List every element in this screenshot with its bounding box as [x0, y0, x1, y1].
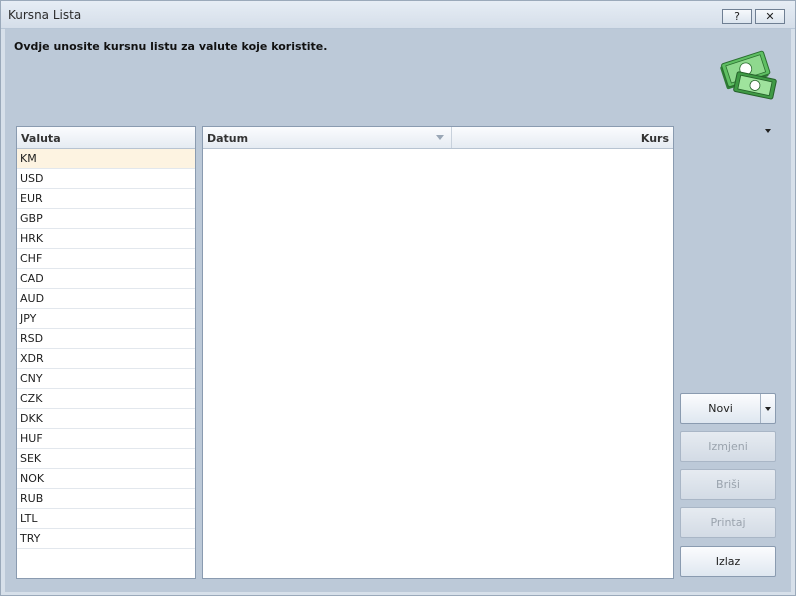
- currency-row[interactable]: JPY: [17, 309, 195, 329]
- dialog-content: Ovdje unosite kursnu listu za valute koj…: [5, 29, 791, 592]
- rates-grid-header: Datum Kurs: [203, 127, 673, 149]
- currency-row[interactable]: NOK: [17, 469, 195, 489]
- window-title: Kursna Lista: [8, 8, 82, 22]
- delete-button[interactable]: Briši: [680, 469, 776, 500]
- new-split-button: Novi: [680, 393, 776, 424]
- date-column-header[interactable]: Datum: [203, 127, 451, 148]
- currency-row[interactable]: HRK: [17, 229, 195, 249]
- currency-row[interactable]: RSD: [17, 329, 195, 349]
- instruction-text: Ovdje unosite kursnu listu za valute koj…: [14, 40, 328, 53]
- currency-row[interactable]: DKK: [17, 409, 195, 429]
- currency-list-header[interactable]: Valuta: [17, 127, 195, 149]
- rate-column-label: Kurs: [640, 132, 669, 145]
- money-icon: [720, 50, 777, 100]
- help-button[interactable]: ?: [722, 9, 752, 24]
- new-button[interactable]: Novi: [681, 394, 760, 423]
- currency-row[interactable]: USD: [17, 169, 195, 189]
- close-button[interactable]: ✕: [755, 9, 785, 24]
- currency-row[interactable]: RUB: [17, 489, 195, 509]
- currency-row[interactable]: LTL: [17, 509, 195, 529]
- title-bar: Kursna Lista ? ✕: [1, 1, 795, 29]
- currency-row[interactable]: CZK: [17, 389, 195, 409]
- exit-button[interactable]: Izlaz: [680, 546, 776, 577]
- new-dropdown-button[interactable]: [761, 394, 775, 423]
- sort-arrow-icon: [436, 135, 444, 140]
- currency-row[interactable]: TRY: [17, 529, 195, 549]
- currency-row[interactable]: AUD: [17, 289, 195, 309]
- currency-row[interactable]: CHF: [17, 249, 195, 269]
- currency-row[interactable]: XDR: [17, 349, 195, 369]
- currency-row[interactable]: EUR: [17, 189, 195, 209]
- currency-row[interactable]: HUF: [17, 429, 195, 449]
- date-column-label: Datum: [207, 132, 249, 145]
- currency-row[interactable]: KM: [17, 149, 195, 169]
- chevron-down-icon[interactable]: [765, 129, 771, 133]
- currency-rows: KM USD EUR GBP HRK CHF CAD AUD JPY RSD XDR CNY CZK DK…: [17, 149, 195, 549]
- currency-row[interactable]: GBP: [17, 209, 195, 229]
- currency-column-label: Valuta: [21, 132, 61, 145]
- rates-grid: Datum Kurs: [202, 126, 674, 579]
- currency-row[interactable]: CNY: [17, 369, 195, 389]
- kursna-lista-window: Kursna Lista ? ✕ Ovdje unosite kursnu li…: [0, 0, 796, 596]
- edit-button[interactable]: Izmjeni: [680, 431, 776, 462]
- rate-column-header[interactable]: Kurs: [452, 127, 673, 148]
- currency-list: Valuta KM USD EUR GBP HRK CHF CAD AUD JPY RSD XDR C…: [16, 126, 196, 579]
- currency-row[interactable]: SEK: [17, 449, 195, 469]
- chevron-down-icon: [765, 407, 771, 411]
- print-button[interactable]: Printaj: [680, 507, 776, 538]
- currency-row[interactable]: CAD: [17, 269, 195, 289]
